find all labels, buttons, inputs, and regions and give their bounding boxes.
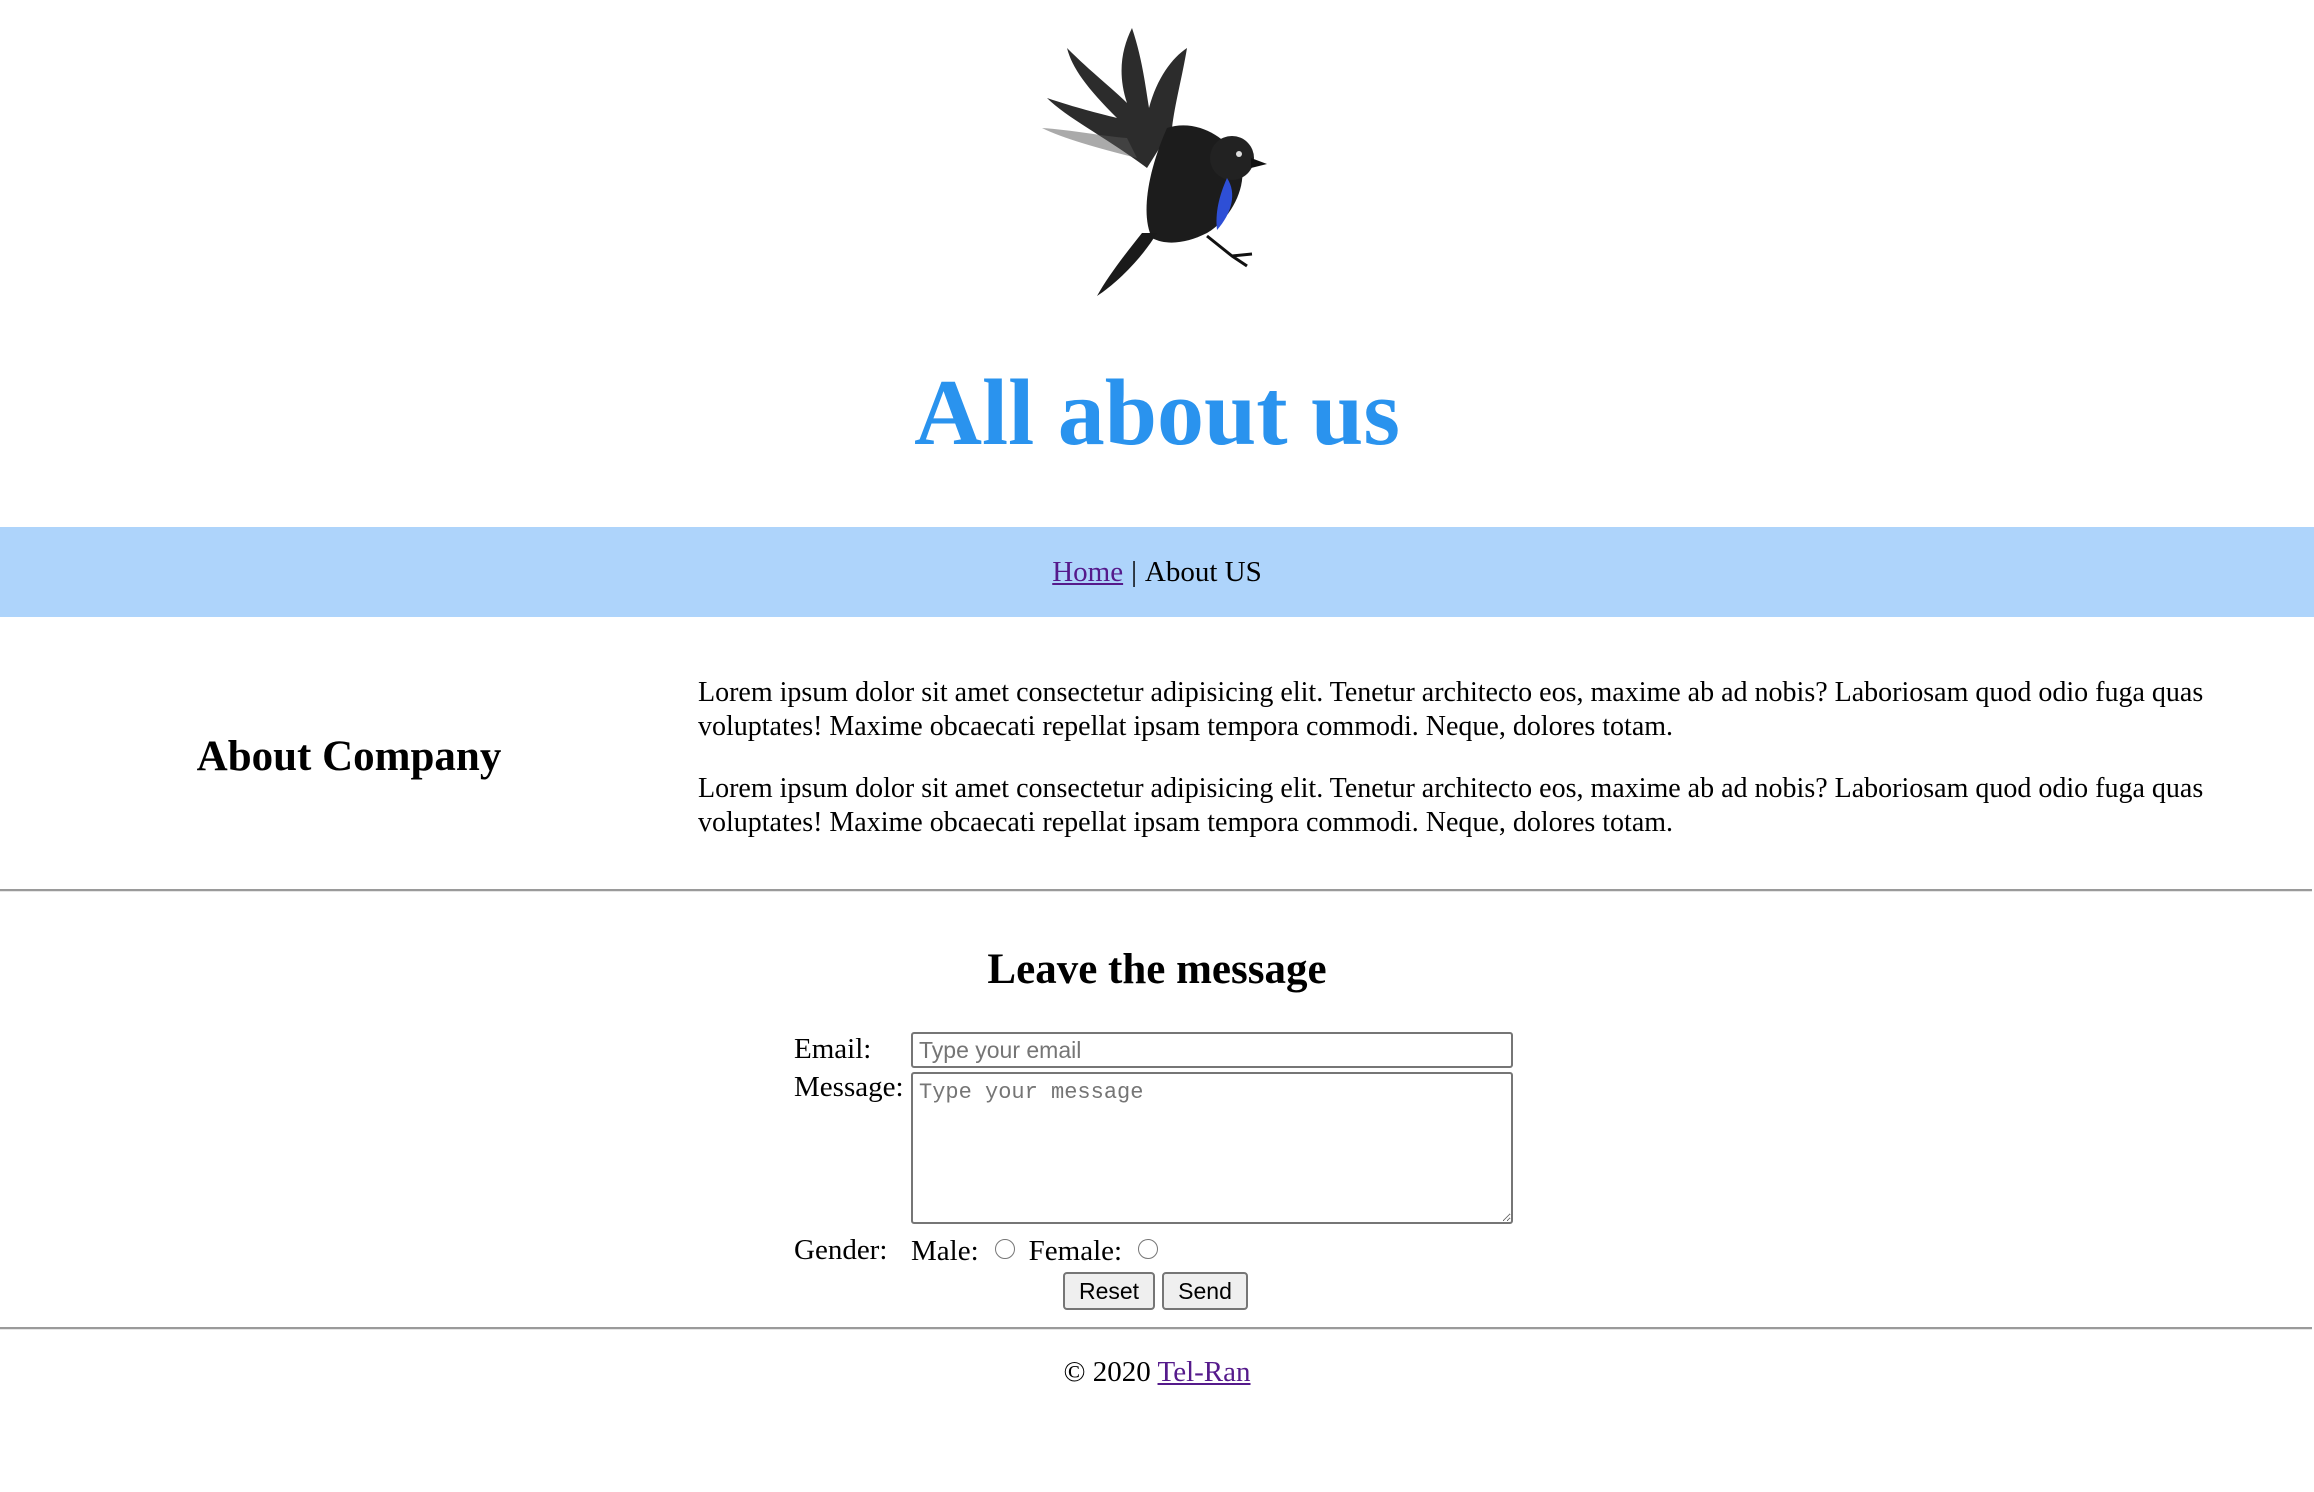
male-radio[interactable] xyxy=(994,1238,1015,1259)
message-label: Message: xyxy=(794,1071,904,1103)
email-label: Email: xyxy=(794,1033,872,1065)
female-label: Female: xyxy=(1028,1235,1123,1267)
breadcrumb-current: About US xyxy=(1144,555,1262,588)
male-label: Male: xyxy=(911,1235,979,1267)
breadcrumb-separator: | xyxy=(1131,555,1137,588)
divider xyxy=(0,1327,2312,1330)
page-title: All about us xyxy=(914,361,1400,465)
about-paragraph: Lorem ipsum dolor sit amet consectetur a… xyxy=(698,677,2204,742)
home-link[interactable]: Home xyxy=(1052,556,1123,589)
about-heading: About Company xyxy=(196,733,502,780)
email-field[interactable] xyxy=(911,1032,1513,1068)
female-radio[interactable] xyxy=(1138,1238,1159,1259)
footer: © 2020 Tel-Ran xyxy=(0,1356,2314,1389)
copyright-text: © 2020 xyxy=(1063,1356,1151,1388)
gender-label: Gender: xyxy=(794,1234,888,1266)
breadcrumb: Home | About US xyxy=(0,527,2314,617)
form-heading: Leave the message xyxy=(987,946,1327,993)
tel-ran-link[interactable]: Tel-Ran xyxy=(1158,1356,1251,1388)
message-field[interactable] xyxy=(911,1072,1513,1224)
logo xyxy=(0,18,2314,298)
flying-bird-icon xyxy=(1042,28,1267,296)
divider xyxy=(0,889,2312,892)
about-paragraph: Lorem ipsum dolor sit amet consectetur a… xyxy=(698,773,2204,838)
about-text: Lorem ipsum dolor sit amet consectetur a… xyxy=(698,676,2288,868)
reset-button[interactable]: Reset xyxy=(1063,1272,1155,1310)
send-button[interactable]: Send xyxy=(1162,1272,1248,1310)
gender-group: Male: Female: xyxy=(911,1235,1172,1268)
